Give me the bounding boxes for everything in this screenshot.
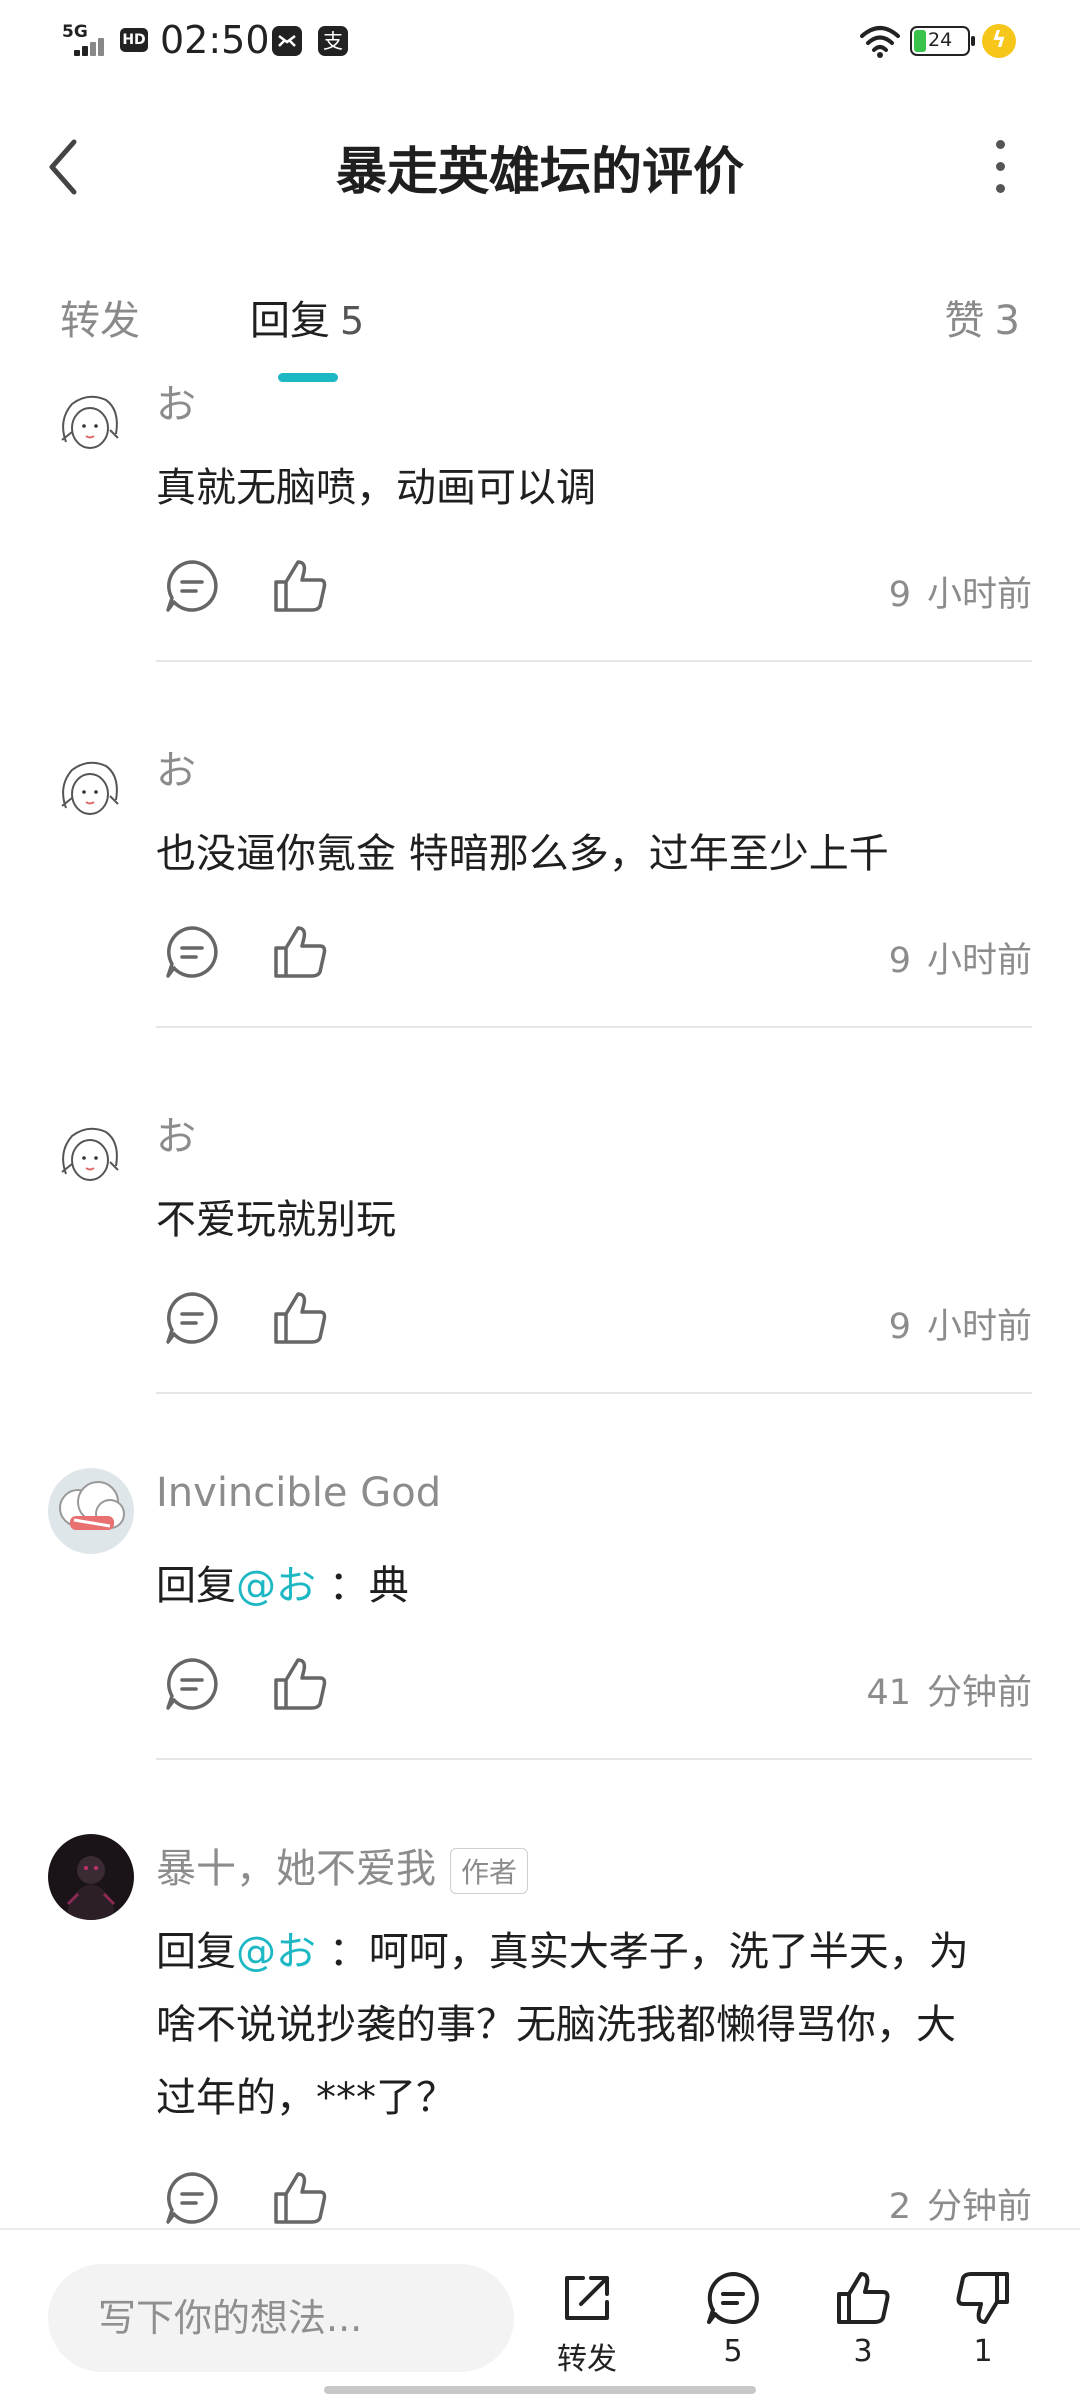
like-count: 3	[853, 2334, 873, 2369]
time-unit: 小时前	[926, 1307, 1032, 1347]
username-text: 暴十，她不爱我	[156, 1846, 436, 1892]
comment-time: 41 分钟前	[866, 1664, 1032, 1715]
reply-icon[interactable]	[162, 2168, 222, 2228]
comment-username[interactable]: お	[156, 738, 196, 796]
avatar[interactable]	[48, 380, 134, 466]
avatar[interactable]	[48, 1468, 134, 1554]
reply-prefix: 回复	[156, 1563, 236, 1609]
bottom-action-bar: 转发 5 3 1	[0, 2228, 1080, 2400]
comment-body-line: 啥不说说抄袭的事？无脑洗我都懒得骂你，大	[156, 2002, 956, 2048]
share-icon	[565, 2276, 609, 2320]
tab-like-label: 赞	[944, 298, 985, 344]
reply-icon[interactable]	[162, 556, 222, 616]
time-unit: 分钟前	[926, 2187, 1032, 2227]
reply-prefix: 回复	[156, 1929, 236, 1975]
tab-reply-label: 回复	[250, 298, 330, 344]
wifi-icon	[860, 26, 900, 58]
mention-link[interactable]: @お	[236, 1563, 316, 1609]
comment-time: 2 分钟前	[889, 2178, 1032, 2229]
time-unit: 小时前	[926, 575, 1032, 615]
cellular-signal-icon: 5G	[62, 22, 108, 58]
thumbs-up-icon	[837, 2272, 890, 2324]
comment-username[interactable]: お	[156, 1104, 196, 1162]
avatar[interactable]	[48, 1112, 134, 1198]
reply-icon[interactable]	[162, 1654, 222, 1714]
comment-text: 真就无脑喷，动画可以调	[156, 465, 596, 511]
time-unit: 小时前	[926, 941, 1032, 981]
comment-text: 也没逼你氪金 特暗那么多，过年至少上千	[156, 831, 889, 877]
tab-forward-label: 转发	[60, 298, 140, 344]
page-title: 暴走英雄坛的评价	[335, 143, 744, 202]
dislike-button[interactable]: 1	[938, 2268, 1028, 2369]
active-tab-indicator	[278, 373, 338, 382]
comment-button[interactable]: 5	[688, 2268, 778, 2369]
comment-icon	[707, 2272, 759, 2324]
time-value: 9	[888, 1307, 911, 1347]
time-value: 41	[866, 1673, 911, 1713]
time-value: 2	[888, 2187, 911, 2227]
status-bar: 5G HD 02:50 支 24 ϟ	[0, 0, 1080, 80]
like-icon[interactable]	[270, 922, 330, 982]
comment-divider	[156, 660, 1032, 662]
like-icon[interactable]	[270, 1654, 330, 1714]
comment-body: ：典	[316, 1563, 409, 1609]
battery-level: 24	[928, 29, 953, 51]
reply-icon[interactable]	[162, 1288, 222, 1348]
like-icon[interactable]	[270, 1288, 330, 1348]
comment-input[interactable]	[48, 2264, 514, 2372]
network-type: 5G	[62, 22, 88, 42]
comment-username[interactable]: Invincible God	[156, 1470, 441, 1516]
comment-text: 回复@お ：呵呵，真实大孝子，洗了半天，为 啥不说说抄袭的事？无脑洗我都懒得骂你…	[156, 1916, 1016, 2135]
tab-like-count: 3	[994, 298, 1020, 344]
comment-username[interactable]: お	[156, 372, 196, 430]
comment-text: 回复@お ：典	[156, 1550, 1016, 1623]
more-options-icon[interactable]	[980, 140, 1020, 200]
comment-body-line: ：呵呵，真实大孝子，洗了半天，为	[316, 1929, 969, 1975]
notification-app-icon	[272, 26, 302, 56]
status-time: 02:50	[160, 18, 270, 62]
reply-icon[interactable]	[162, 922, 222, 982]
comment-divider	[156, 1026, 1032, 1028]
time-value: 9	[888, 941, 911, 981]
tab-reply-count: 5	[340, 299, 365, 343]
comment-divider	[156, 1392, 1032, 1394]
mention-link[interactable]: @お	[236, 1929, 316, 1975]
thumbs-down-icon	[956, 2272, 1009, 2324]
author-badge: 作者	[450, 1848, 529, 1894]
forward-button[interactable]: 转发	[542, 2268, 632, 2378]
like-icon[interactable]	[270, 556, 330, 616]
home-indicator[interactable]	[324, 2386, 756, 2394]
comment-divider	[156, 1758, 1032, 1760]
comment-count: 5	[723, 2334, 743, 2369]
avatar[interactable]	[48, 1834, 134, 1920]
time-unit: 分钟前	[926, 1673, 1032, 1713]
like-icon[interactable]	[270, 2168, 330, 2228]
tab-reply[interactable]: 回复 5	[250, 288, 364, 346]
comment-username[interactable]: 暴十，她不爱我 作者	[156, 1836, 529, 1894]
comment-time: 9 小时前	[889, 566, 1032, 617]
tab-like[interactable]: 赞3	[945, 288, 1020, 346]
comment-text: 不爱玩就别玩	[156, 1197, 396, 1243]
charging-icon: ϟ	[982, 24, 1016, 58]
comment-body-line: 过年的，***了？	[156, 2075, 456, 2121]
hd-icon: HD	[120, 28, 148, 52]
comment-time: 9 小时前	[889, 1298, 1032, 1349]
battery-icon: 24	[910, 26, 975, 56]
alipay-icon: 支	[318, 26, 348, 56]
tab-forward[interactable]: 转发	[60, 288, 140, 346]
dislike-count: 1	[973, 2334, 993, 2369]
forward-label: 转发	[557, 2342, 617, 2377]
time-value: 9	[888, 575, 911, 615]
comment-time: 9 小时前	[889, 932, 1032, 983]
back-arrow-icon[interactable]	[40, 132, 90, 202]
avatar[interactable]	[48, 746, 134, 832]
like-button[interactable]: 3	[818, 2268, 908, 2369]
